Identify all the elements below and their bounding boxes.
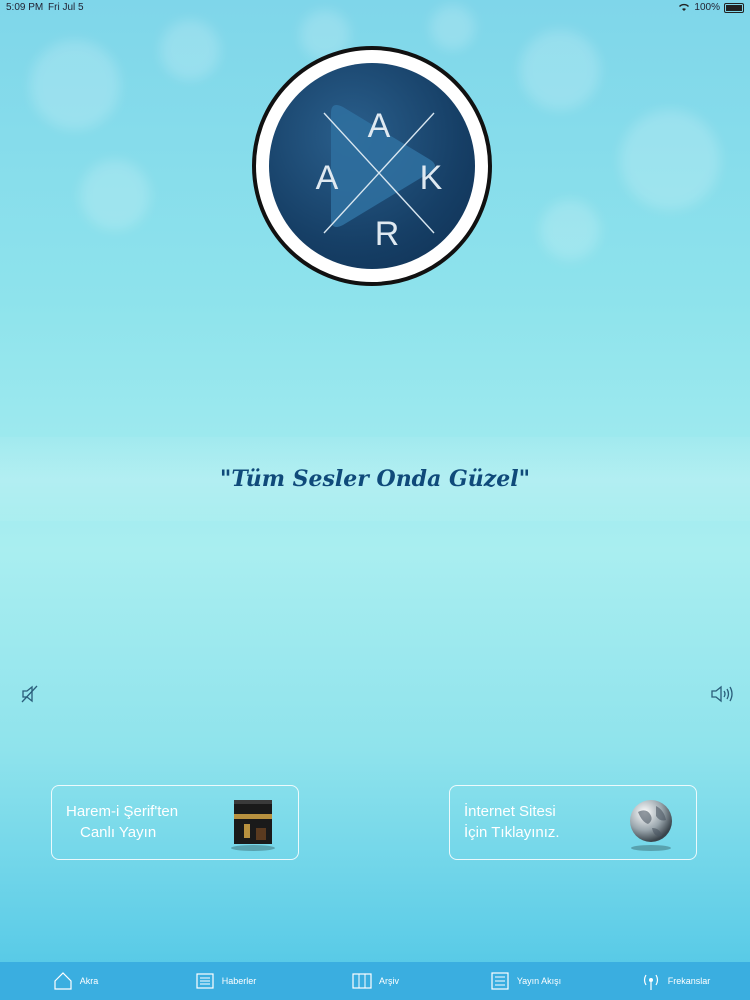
tab-bar: Akra Haberler Arşiv Yayın Akışı Frekansl… <box>0 962 750 1000</box>
bokeh <box>30 40 120 130</box>
broadcast-icon <box>643 974 658 990</box>
slogan-text: "Tüm Sesler Onda Güzel" <box>219 466 531 492</box>
live-line1: Harem-i Şerif'ten <box>66 803 179 820</box>
tab-frekanslar[interactable]: Frekanslar <box>600 970 750 992</box>
website-line1: İnternet Sitesi <box>464 803 556 820</box>
bokeh <box>520 30 600 110</box>
status-bar: 5:09 PM Fri Jul 5 100% <box>0 0 750 14</box>
globe-icon <box>630 800 672 851</box>
news-icon <box>196 973 214 989</box>
tab-label: Yayın Akışı <box>516 976 562 986</box>
logo-letter-a2: A <box>316 159 339 197</box>
tab-yayin-akisi[interactable]: Yayın Akışı <box>450 970 600 992</box>
play-icon: A K R A <box>316 105 443 253</box>
status-time: 5:09 PM <box>6 2 44 13</box>
kaaba-icon <box>231 800 275 851</box>
wifi-icon <box>679 3 690 11</box>
logo-letter-a: A <box>368 107 391 145</box>
tab-label: Arşiv <box>379 976 399 986</box>
speaker-mute-icon[interactable] <box>19 683 41 705</box>
bokeh <box>160 20 220 80</box>
status-right: 100% <box>678 2 744 13</box>
website-line2: İçin Tıklayınız. <box>464 824 560 841</box>
battery-percent: 100% <box>694 2 720 13</box>
tab-haberler[interactable]: Haberler <box>150 970 300 992</box>
live-line2: Canlı Yayın <box>80 824 157 841</box>
tab-label: Haberler <box>221 976 257 986</box>
tab-arsiv[interactable]: Arşiv <box>300 970 450 992</box>
list-icon <box>491 972 509 990</box>
website-button[interactable]: İnternet Sitesi İçin Tıklayınız. <box>449 785 697 860</box>
bokeh <box>540 200 600 260</box>
bokeh <box>620 110 720 210</box>
tab-label: Akra <box>79 976 99 986</box>
speaker-loud-icon[interactable] <box>710 683 733 705</box>
logo-letter-k: K <box>420 159 443 197</box>
bokeh <box>80 160 150 230</box>
live-broadcast-text: Harem-i Şerif'ten Canlı Yayın <box>66 801 178 843</box>
archive-icon <box>352 973 372 989</box>
live-broadcast-button[interactable]: Harem-i Şerif'ten Canlı Yayın <box>51 785 299 860</box>
logo-disc: A K R A <box>269 63 475 269</box>
slogan-band: "Tüm Sesler Onda Güzel" <box>0 437 750 521</box>
status-date: Fri Jul 5 <box>48 2 84 13</box>
tab-akra[interactable]: Akra <box>0 970 150 992</box>
website-text: İnternet Sitesi İçin Tıklayınız. <box>464 801 560 843</box>
app-logo: A K R A <box>252 46 492 286</box>
home-icon <box>54 972 72 990</box>
tab-label: Frekanslar <box>667 976 711 986</box>
logo-letter-r: R <box>375 215 400 253</box>
battery-icon <box>724 2 744 13</box>
